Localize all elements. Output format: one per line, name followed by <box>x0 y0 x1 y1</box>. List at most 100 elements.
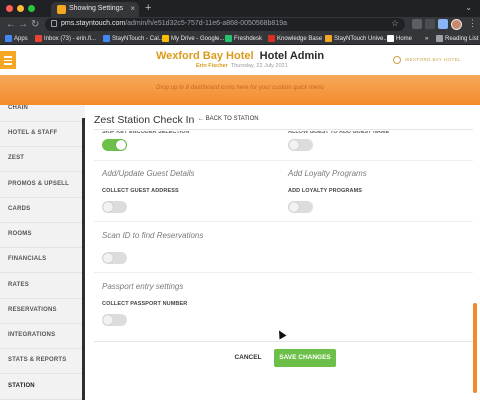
browser-menu-icon[interactable]: ⋮ <box>468 18 477 29</box>
bookmark-label: My Drive - Google... <box>171 35 225 42</box>
bookmark-inbox[interactable]: Inbox (73) - erin.fi... <box>35 34 96 43</box>
sidebar-item-chain[interactable]: CHAIN <box>0 105 85 122</box>
back-arrow-icon: ← <box>198 116 204 122</box>
bookmark-freshdesk[interactable]: Freshdesk <box>225 34 262 43</box>
zoom-window-dot[interactable] <box>28 5 35 12</box>
calendar-icon <box>103 35 110 42</box>
bookmark-calendar[interactable]: StayNTouch - Cal... <box>103 34 164 43</box>
hotel-logo-text: WEXFORD BAY HOTEL <box>405 57 461 62</box>
toggle-knob <box>116 140 126 150</box>
tab-favicon-icon <box>57 5 66 14</box>
puzzle-icon[interactable] <box>438 19 448 29</box>
profile-avatar[interactable] <box>451 19 462 30</box>
add-loyalty-programs-toggle[interactable] <box>288 201 313 213</box>
hotel-name: Wexford Bay Hotel <box>155 50 254 62</box>
allow-add-guest-toggle[interactable] <box>288 139 313 151</box>
sidebar-item-stats-reports[interactable]: STATS & REPORTS <box>0 349 85 374</box>
overflow-chevron-icon: » <box>425 35 429 42</box>
university-icon <box>325 35 332 42</box>
close-window-dot[interactable] <box>6 5 13 12</box>
bookmark-apps[interactable]: Apps <box>5 34 28 43</box>
extension-icon[interactable] <box>412 19 422 29</box>
bookmark-university[interactable]: StayNTouch Unive... <box>325 34 388 43</box>
browser-tab[interactable]: Showing Settings × <box>51 2 139 17</box>
app-header: Wexford Bay Hotel Hotel Admin Erin Fisch… <box>0 45 480 75</box>
main-scrollbar-thumb[interactable] <box>473 303 477 393</box>
scan-id-toggle[interactable] <box>102 252 127 264</box>
sidebar-item-label: ROOMS <box>8 231 32 237</box>
divider <box>94 160 473 161</box>
bookmark-label: Reading List <box>445 35 479 42</box>
collect-guest-address-toggle[interactable] <box>102 201 127 213</box>
sidebar-item-financials[interactable]: FINANCIALS <box>0 248 85 273</box>
bookmark-label: Home <box>396 35 413 42</box>
user-name[interactable]: Erin Fischer <box>196 63 228 69</box>
bookmark-home[interactable]: Home <box>387 34 412 43</box>
sidebar-item-hotel-staff[interactable]: HOTEL & STAFF <box>0 122 85 147</box>
current-date: Thursday, 22 July 2021 <box>230 63 288 69</box>
bookmark-label: StayNTouch Unive... <box>334 35 389 42</box>
toggle-knob <box>103 202 113 212</box>
sidebar-item-cards[interactable]: CARDS <box>0 198 85 223</box>
tab-search-icon[interactable]: ⌄ <box>465 3 472 12</box>
forward-icon[interactable]: → <box>18 18 28 31</box>
bookmark-drive[interactable]: My Drive - Google... <box>162 34 224 43</box>
new-tab-button[interactable]: + <box>145 2 151 14</box>
sidebar-item-integrations[interactable]: INTEGRATIONS <box>0 324 85 349</box>
minimize-window-dot[interactable] <box>17 5 24 12</box>
reading-list[interactable]: Reading List <box>436 34 478 43</box>
bookmark-label: StayNTouch - Cal... <box>112 35 164 42</box>
sidebar-item-label: RATES <box>8 282 29 288</box>
drive-icon <box>162 35 169 42</box>
save-changes-button[interactable]: SAVE CHANGES <box>274 349 336 367</box>
collect-passport-number-toggle[interactable] <box>102 314 127 326</box>
bookmark-star-icon[interactable]: ☆ <box>391 18 399 29</box>
sidebar-item-label: RESERVATIONS <box>8 307 57 313</box>
sidebar-item-rooms[interactable]: ROOMS <box>0 223 85 248</box>
back-icon[interactable]: ← <box>6 18 16 31</box>
sidebar-item-label: HOTEL & STAFF <box>8 130 58 136</box>
skip-key-encoder-toggle[interactable] <box>102 139 127 151</box>
bookmark-label: Freshdesk <box>234 35 263 42</box>
reload-icon[interactable]: ↻ <box>31 18 39 31</box>
toggle-knob <box>103 315 113 325</box>
sidebar-item-reservations[interactable]: RESERVATIONS <box>0 299 85 324</box>
passport-settings-heading: Passport entry settings <box>102 282 184 291</box>
url-host: pms.stayntouch.com <box>61 20 126 27</box>
tab-title: Showing Settings <box>69 5 124 12</box>
toggle-knob <box>289 140 299 150</box>
cancel-button[interactable]: CANCEL <box>228 351 268 365</box>
reading-list-icon <box>436 35 443 42</box>
address-bar[interactable]: pms.stayntouch.com/admin/h/e51d32c5-757d… <box>45 18 405 31</box>
settings-panel: Zest Station Check In ← BACK TO STATION … <box>85 105 480 400</box>
sidebar-item-label: CHAIN <box>8 105 28 111</box>
collect-passport-number-label: COLLECT PASSPORT NUMBER <box>102 301 188 307</box>
sidebar-item-label: PROMOS & UPSELL <box>8 181 70 187</box>
sidebar-item-label: ZEST <box>8 155 25 161</box>
tab-close-icon[interactable]: × <box>130 4 135 13</box>
add-loyalty-programs-label: ADD LOYALTY PROGRAMS <box>288 188 363 194</box>
quick-menu-hint: Drop up to 8 dashboard icons here for yo… <box>156 85 324 91</box>
bookmarks-overflow[interactable]: » <box>425 34 428 43</box>
toggle-knob <box>289 202 299 212</box>
sidebar-item-zest[interactable]: ZEST <box>0 147 85 172</box>
guest-details-heading: Add/Update Guest Details <box>102 169 195 178</box>
footer-divider <box>94 341 473 342</box>
sidebar-item-promos-upsell[interactable]: PROMOS & UPSELL <box>0 173 85 198</box>
lock-icon <box>51 20 57 27</box>
sidebar-item-label: CARDS <box>8 206 31 212</box>
quick-menu-bar[interactable]: Drop up to 8 dashboard icons here for yo… <box>0 75 480 105</box>
bookmark-knowledge-base[interactable]: Knowledge Base <box>268 34 322 43</box>
sidebar-item-label: FINANCIALS <box>8 256 47 262</box>
address-url[interactable]: pms.stayntouch.com/admin/h/e51d32c5-757d… <box>61 20 287 27</box>
browser-toolbar: ← → ↻ pms.stayntouch.com/admin/h/e51d32c… <box>0 17 480 32</box>
apps-grid-icon <box>5 35 12 42</box>
page-title: Zest Station Check In <box>94 114 195 126</box>
back-to-station-link[interactable]: ← BACK TO STATION <box>198 116 259 122</box>
extension-icon[interactable] <box>425 19 435 29</box>
sidebar-item-label: STATS & REPORTS <box>8 357 67 363</box>
bookmark-label: Apps <box>14 35 28 42</box>
sidebar-item-station[interactable]: STATION <box>0 375 85 400</box>
sidebar-item-rates[interactable]: RATES <box>0 274 85 299</box>
gmail-icon <box>35 35 42 42</box>
